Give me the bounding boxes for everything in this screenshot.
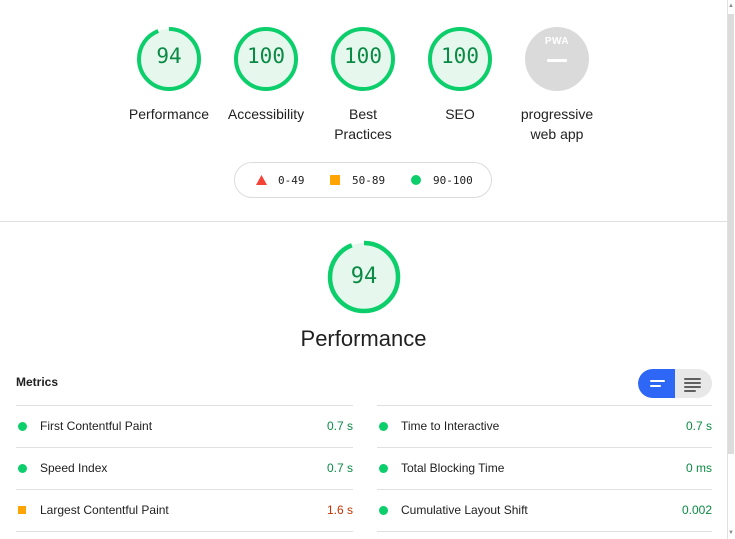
gauge-label: Accessibility [227,106,305,122]
compact-view-button[interactable] [638,369,675,398]
metrics-heading: Metrics [16,375,59,389]
gauge-score: 94 [156,44,182,68]
metric-name: Cumulative Layout Shift [401,503,528,517]
circle-icon [411,175,421,185]
metric-row: Cumulative Layout Shift 0.002 [377,489,712,532]
metric-row: Time to Interactive 0.7 s [377,405,712,447]
square-icon [330,175,340,185]
metric-name: Speed Index [40,461,108,475]
legend-range: 50-89 [352,174,386,187]
lighthouse-report: 94 Performance 100 Accessibility 100 Bes… [0,0,735,539]
metric-row: Total Blocking Time 0 ms [377,447,712,489]
metric-value: 0.7 s [326,461,353,475]
legend-range: 90-100 [433,174,473,187]
metric-name: Largest Contentful Paint [40,503,169,517]
average-indicator-icon [18,506,26,514]
gauge-label: Best Practices [334,106,392,142]
pass-indicator-icon [18,422,27,431]
metric-value: 1.6 s [326,503,353,517]
performance-title: Performance [300,326,427,351]
metric-value: 0.7 s [685,419,712,433]
gauge-label: SEO [445,106,475,122]
metric-value: 0.002 [681,503,712,517]
gauge-label: Performance [128,106,210,122]
gauge-score: 100 [441,44,479,68]
scrollbar-thumb[interactable] [728,14,734,454]
gauge-label: progressive web app [520,106,594,142]
metric-name: First Contentful Paint [40,419,153,433]
pass-indicator-icon [18,464,27,473]
metric-name: Time to Interactive [401,419,500,433]
expanded-view-button[interactable] [675,369,712,398]
performance-gauge: 94 [327,240,401,314]
gauge-accessibility[interactable]: 100 Accessibility [216,26,316,124]
pass-indicator-icon [379,464,388,473]
pass-indicator-icon [379,506,388,515]
metric-row: First Contentful Paint 0.7 s [16,405,353,447]
pwa-icon: PWA [524,26,590,92]
metrics-column-right: Time to Interactive 0.7 s Total Blocking… [377,405,712,532]
metric-value: 0 ms [685,461,712,475]
metric-row: Speed Index 0.7 s [16,447,353,489]
gauge-seo[interactable]: 100 SEO [410,26,510,124]
metric-value: 0.7 s [326,419,353,433]
pass-indicator-icon [379,422,388,431]
legend-range: 0-49 [278,174,305,187]
gauge-best-practices[interactable]: 100 Best Practices [313,26,413,144]
scroll-up-arrow-icon[interactable]: ▲ [727,2,735,10]
metrics-view-toggle[interactable] [638,369,712,398]
performance-score: 94 [350,264,378,289]
scroll-down-arrow-icon[interactable]: ▼ [727,529,735,537]
vertical-scrollbar[interactable]: ▲ ▼ [727,0,735,539]
gauge-pwa[interactable]: PWA progressive web app [507,26,607,144]
gauge-score: 100 [344,44,382,68]
pwa-badge-text: PWA [544,36,570,47]
gauge-score: 100 [247,44,285,68]
metric-name: Total Blocking Time [401,461,505,475]
triangle-icon [256,175,267,185]
metric-row: Largest Contentful Paint 1.6 s [16,489,353,532]
metrics-column-left: First Contentful Paint 0.7 s Speed Index… [16,405,353,532]
gauge-performance[interactable]: 94 Performance [119,26,219,124]
pwa-dash-icon [547,59,567,62]
score-legend: 0-49 50-89 90-100 [234,162,492,198]
score-summary: 94 Performance 100 Accessibility 100 Bes… [0,0,727,222]
